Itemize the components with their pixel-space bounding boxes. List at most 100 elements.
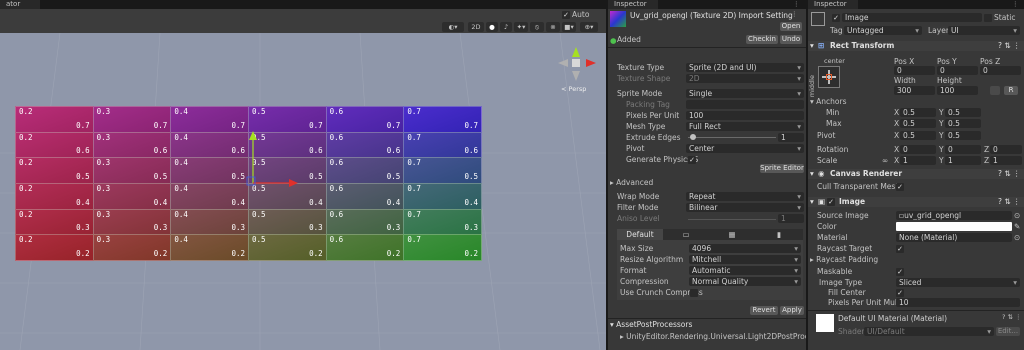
pos-x-field[interactable]: 0 [894, 66, 935, 75]
mesh-type-dropdown[interactable]: Full Rect [686, 122, 804, 131]
texture-type-dropdown[interactable]: Sprite (2D and UI) [686, 63, 804, 72]
filter-mode-dropdown[interactable]: Bilinear [686, 203, 804, 212]
open-button[interactable]: Open [780, 22, 802, 31]
raycast-target-label: Raycast Target [817, 244, 873, 253]
tag-dropdown[interactable]: Untagged [844, 26, 922, 35]
rot-x-field[interactable]: 0 [900, 145, 936, 154]
raycast-padding-foldout[interactable]: ▸ Raycast Padding [810, 254, 878, 265]
gizmos-icon[interactable]: ⊕▾ [580, 22, 598, 32]
scene-viewport[interactable]: 0.2 0.7 0.3 0.7 0.4 0.7 0.5 0.7 0.6 0.7 0.7 0.7 0.2 0… [0, 33, 606, 350]
auto-save-checkbox[interactable]: ✓ [562, 11, 570, 19]
crunch-checkbox[interactable] [690, 289, 698, 297]
undo-button[interactable]: Undo [780, 35, 802, 44]
hidden-objects-icon[interactable]: ⊗ [546, 22, 560, 32]
static-checkbox[interactable] [984, 14, 992, 22]
pivot-dropdown[interactable]: Center [686, 144, 804, 153]
pivot-y-field[interactable]: 0.5 [945, 131, 981, 140]
postprocessors-foldout[interactable]: ▾ AssetPostProcessors [610, 319, 692, 330]
uv-u-label: 0.4 [174, 235, 188, 245]
tab-android-icon[interactable]: ▮ [755, 229, 803, 240]
inspector-tab-2[interactable]: Inspector [808, 0, 858, 9]
tab-standalone-icon[interactable]: ▭ [663, 229, 709, 240]
anchor-min-y-field[interactable]: 0.5 [945, 108, 981, 117]
audio-icon[interactable]: ♪ [500, 22, 512, 32]
eyedropper-icon[interactable]: ✎ [1014, 222, 1020, 231]
extrude-field[interactable]: 1 [778, 133, 804, 142]
ppu-multiplier-field[interactable]: 10 [896, 298, 1020, 307]
scene-tab[interactable]: ator [0, 0, 40, 9]
two-d-toggle[interactable]: 2D [468, 22, 484, 32]
rect-transform-header[interactable]: ▾ ⊞ Rect Transform ? ⇅ ⋮ [808, 41, 1024, 51]
layer-dropdown[interactable]: UI [948, 26, 1020, 35]
apply-button[interactable]: Apply [780, 306, 804, 315]
scale-x-field[interactable]: 1 [900, 156, 936, 165]
sprite-mode-dropdown[interactable]: Single [686, 89, 804, 98]
active-checkbox[interactable]: ✓ [832, 14, 840, 22]
inspector-tab-1[interactable]: Inspector [608, 0, 658, 9]
revert-button[interactable]: Revert [750, 306, 778, 315]
width-field[interactable]: 300 [894, 86, 935, 95]
material-field[interactable]: None (Material) [896, 233, 1012, 242]
generate-physics-checkbox[interactable]: ✓ [688, 156, 696, 164]
fill-center-checkbox[interactable]: ✓ [896, 289, 904, 297]
move-gizmo[interactable] [240, 128, 310, 198]
color-swatch[interactable] [896, 222, 1012, 231]
image-component-header[interactable]: ▾ ▣ ✓ Image ? ⇅ ⋮ [808, 197, 1024, 207]
canvas-renderer-header[interactable]: ▾ ◉ Canvas Renderer ? ⇅ ⋮ [808, 169, 1024, 179]
pos-y-field[interactable]: 0 [937, 66, 978, 75]
anchor-max-y-field[interactable]: 0.5 [945, 119, 981, 128]
blueprint-mode-button[interactable] [990, 86, 1000, 95]
shading-mode-button[interactable]: ◐▾ [442, 22, 464, 32]
persp-label[interactable]: < Persp [561, 85, 586, 93]
component-menu-icon[interactable]: ? ⇅ ⋮ [1002, 313, 1022, 321]
anchor-preset-button[interactable] [818, 66, 840, 88]
cull-transparent-checkbox[interactable]: ✓ [896, 183, 904, 191]
effects-icon[interactable]: ✦▾ [514, 22, 528, 32]
raycast-target-checkbox[interactable]: ✓ [896, 245, 904, 253]
scale-z-field[interactable]: 1 [990, 156, 1022, 165]
anchor-min-x-field[interactable]: 0.5 [900, 108, 936, 117]
advanced-foldout[interactable]: ▸ Advanced [610, 177, 653, 188]
inspector-menu-icon[interactable]: ⋮ [791, 10, 798, 18]
tab-default[interactable]: Default [617, 229, 663, 240]
wrap-mode-dropdown[interactable]: Repeat [686, 192, 804, 201]
lighting-icon[interactable]: ● [486, 22, 498, 32]
more-icon[interactable]: ⋮ [793, 0, 800, 8]
sprite-editor-button[interactable]: Sprite Editor [760, 164, 804, 173]
anchor-max-x-field[interactable]: 0.5 [900, 119, 936, 128]
rot-z-field[interactable]: 0 [990, 145, 1022, 154]
component-menu-icon[interactable]: ? ⇅ ⋮ [998, 41, 1021, 51]
uv-u-label: 0.6 [329, 184, 344, 193]
component-menu-icon[interactable]: ? ⇅ ⋮ [998, 169, 1021, 179]
component-menu-icon[interactable]: ? ⇅ ⋮ [998, 197, 1021, 207]
more-icon[interactable]: ⋮ [1012, 0, 1019, 8]
object-name-field[interactable]: Image [842, 13, 982, 22]
object-picker-icon[interactable]: ⊙ [1014, 233, 1020, 242]
resize-algorithm-dropdown[interactable]: Mitchell [689, 255, 801, 264]
source-image-field[interactable]: ▫uv_grid_opengl [896, 211, 1012, 220]
camera-icon[interactable]: ■▾ [562, 22, 576, 32]
object-picker-icon[interactable]: ⊙ [1014, 211, 1020, 220]
checkin-button[interactable]: Checkin [746, 35, 778, 44]
raw-edit-button[interactable]: R [1004, 86, 1018, 95]
scale-y-field[interactable]: 1 [945, 156, 981, 165]
rot-y-label: Y [939, 145, 944, 154]
anchors-foldout[interactable]: ▾ Anchors [810, 96, 847, 107]
maskable-checkbox[interactable]: ✓ [896, 268, 904, 276]
max-size-dropdown[interactable]: 4096 [689, 244, 801, 253]
pos-z-field[interactable]: 0 [980, 66, 1021, 75]
pivot-x-field[interactable]: 0.5 [900, 131, 936, 140]
compression-dropdown[interactable]: Normal Quality [689, 277, 801, 286]
format-dropdown[interactable]: Automatic [689, 266, 801, 275]
link-icon[interactable]: ∞ [882, 156, 888, 165]
extrude-slider-handle[interactable] [690, 134, 696, 140]
uv-grid-cell: 0.6 0.5 [325, 157, 405, 184]
postprocessor-item[interactable]: ▸ UnityEditor.Rendering.Universal.Light2… [620, 331, 821, 342]
ppu-field[interactable]: 100 [686, 111, 804, 120]
image-type-dropdown[interactable]: Sliced [896, 278, 1020, 287]
image-enabled-checkbox[interactable]: ✓ [827, 198, 835, 206]
height-field[interactable]: 100 [937, 86, 978, 95]
rot-y-field[interactable]: 0 [945, 145, 981, 154]
scene-visibility-icon[interactable]: ⦸ [530, 22, 544, 32]
tab-server-icon[interactable]: ▦ [709, 229, 755, 240]
